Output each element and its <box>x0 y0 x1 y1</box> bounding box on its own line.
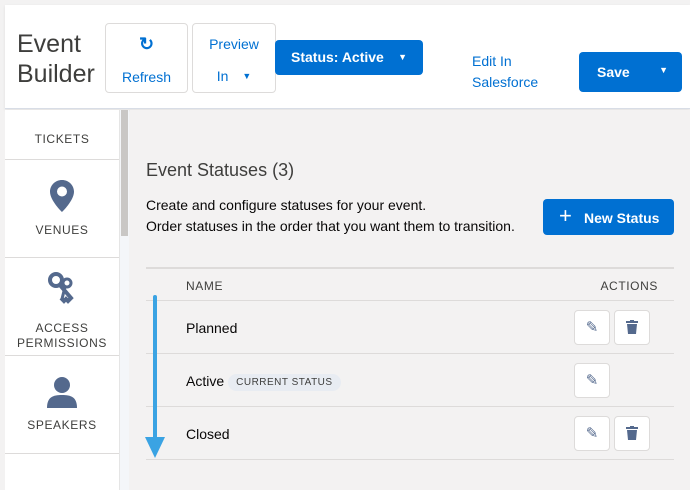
chevron-down-icon: ▼ <box>398 52 407 62</box>
chevron-down-icon: ▼ <box>242 71 252 81</box>
sidebar-item-tickets[interactable]: TICKETS <box>5 110 119 160</box>
page-title: Event Builder <box>17 30 95 88</box>
table-header: NAME ACTIONS <box>146 267 674 301</box>
drag-order-arrow-icon <box>145 295 165 458</box>
status-name: Planned <box>186 320 238 336</box>
section-description: Create and configure statuses for your e… <box>146 197 515 234</box>
plus-icon: + <box>559 203 572 228</box>
keys-icon <box>5 272 119 311</box>
sidebar-scrollbar[interactable] <box>119 110 129 490</box>
preview-in-button[interactable]: Preview In ▼ <box>192 23 276 93</box>
status-name: Closed <box>186 426 230 442</box>
new-status-button[interactable]: + New Status <box>543 199 674 235</box>
section-title: Event Statuses (3) <box>146 160 295 180</box>
trash-icon <box>626 425 638 442</box>
sidebar: TICKETS VENUES ACCESS PERMISSIONS SPEAKE… <box>5 110 119 490</box>
table-row[interactable]: Planned ✎ <box>146 301 674 354</box>
list-icon <box>5 478 119 490</box>
app-header: Event Builder ↻ Refresh Preview In ▼ Stat… <box>5 5 690 109</box>
sidebar-item-speakers[interactable]: SPEAKERS <box>5 356 119 454</box>
sidebar-item-access-permissions[interactable]: ACCESS PERMISSIONS <box>5 258 119 356</box>
table-row[interactable]: Closed ✎ <box>146 407 674 460</box>
main-content: Event Statuses (3) Create and configure … <box>130 110 690 490</box>
refresh-button[interactable]: ↻ Refresh <box>105 23 188 93</box>
user-icon <box>5 376 119 415</box>
sidebar-item-list[interactable] <box>5 454 119 490</box>
location-pin-icon <box>5 180 119 219</box>
save-button[interactable]: Save ▼ <box>579 52 682 92</box>
pencil-icon: ✎ <box>585 319 599 336</box>
status-name: Active <box>186 373 225 389</box>
pencil-icon: ✎ <box>585 372 599 389</box>
chevron-down-icon[interactable]: ▼ <box>659 65 668 75</box>
delete-button[interactable] <box>614 310 650 345</box>
edit-button[interactable]: ✎ <box>574 363 610 398</box>
current-status-badge: CURRENT STATUS <box>228 374 341 391</box>
statuses-table: NAME ACTIONS Planned ✎ Active CURRENT STA… <box>146 267 674 460</box>
trash-icon <box>626 319 638 336</box>
sidebar-item-venues[interactable]: VENUES <box>5 160 119 258</box>
refresh-icon: ↻ <box>138 34 155 54</box>
edit-in-salesforce-link[interactable]: Edit In Salesforce <box>472 51 538 93</box>
table-row[interactable]: Active CURRENT STATUS ✎ <box>146 354 674 407</box>
pencil-icon: ✎ <box>585 425 599 442</box>
edit-button[interactable]: ✎ <box>574 416 610 451</box>
column-header-actions: ACTIONS <box>600 279 658 293</box>
status-dropdown-button[interactable]: Status: Active ▼ <box>275 40 423 75</box>
column-header-name: NAME <box>186 279 224 293</box>
edit-button[interactable]: ✎ <box>574 310 610 345</box>
scrollbar-thumb[interactable] <box>121 110 128 236</box>
delete-button[interactable] <box>614 416 650 451</box>
